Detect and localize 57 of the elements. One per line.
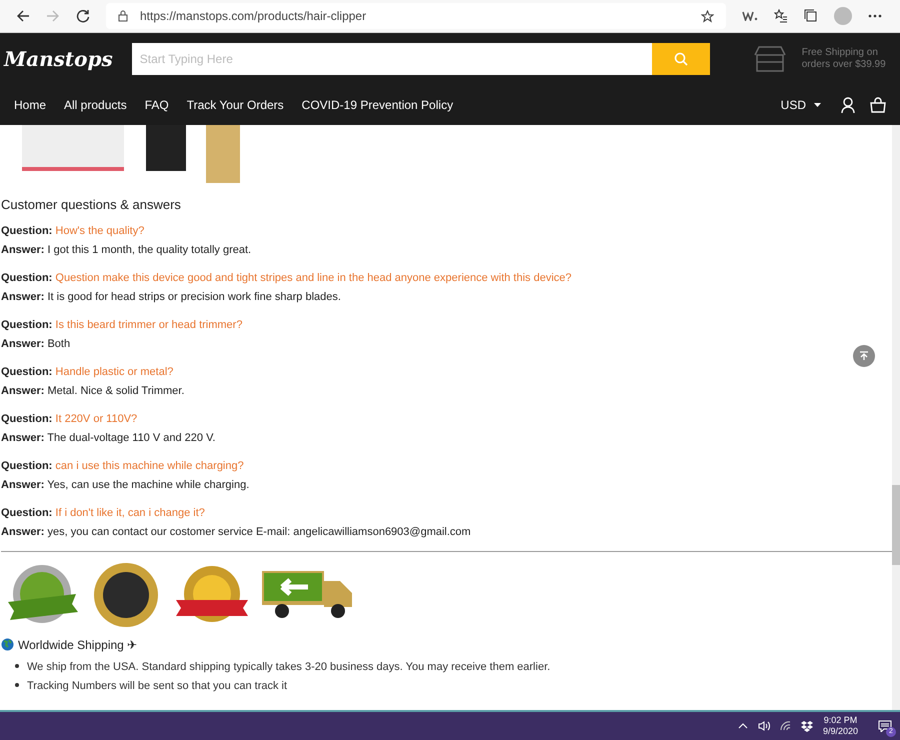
question-line: Question: Handle plastic or metal?	[1, 364, 174, 380]
collections-icon[interactable]	[804, 9, 818, 23]
favorites-icon[interactable]	[774, 9, 788, 23]
shopping-bag-icon[interactable]	[870, 97, 886, 113]
bullet-icon	[15, 683, 19, 687]
nav-link[interactable]: Home	[14, 96, 46, 114]
clock-time: 9:02 PM	[824, 715, 858, 726]
answer-line: Answer: Yes, can use the machine while charging.	[1, 478, 250, 493]
lock-icon	[118, 10, 128, 22]
answer-line: Answer: yes, you can contact our costomer service E-mail: angelicawilliamson6903@gmail.com	[1, 525, 471, 540]
url-text: https://manstops.com/products/hair-clipper	[140, 8, 368, 25]
more-icon[interactable]	[868, 14, 882, 18]
nav-link[interactable]: Track Your Orders	[186, 96, 284, 114]
question-line: Question: If i don't like it, can i change it?	[1, 506, 205, 520]
answer-line: Answer: Both	[1, 337, 70, 352]
account-icon[interactable]	[841, 97, 855, 113]
scrollbar[interactable]	[892, 125, 900, 710]
back-to-top-button[interactable]	[853, 345, 875, 367]
section-heading: Customer questions & answers	[1, 196, 182, 214]
globe-icon	[1, 638, 14, 651]
chevron-up-icon[interactable]	[738, 723, 748, 729]
question-line: Question: How's the quality?	[1, 224, 144, 238]
caret-icon	[814, 103, 821, 107]
shop-icon	[754, 45, 786, 73]
free-shipping-note: Free Shipping on orders over $39.99	[802, 47, 886, 71]
question-line: Question: can i use this machine while charging?	[1, 458, 244, 474]
site-logo[interactable]: Manstops	[4, 45, 116, 73]
shipping-heading: Worldwide Shipping ✈	[18, 636, 138, 654]
answer-line: Answer: I got this 1 month, the quality totally great.	[1, 243, 252, 258]
ssl-badge-drawing	[6, 564, 78, 626]
answer-line: Answer: It is good for head strips or precision work fine sharp blades.	[1, 290, 341, 305]
currency-selector[interactable]: USD	[780, 96, 821, 114]
search-field[interactable]: Start Typing Here	[132, 43, 652, 75]
notification-icon[interactable]	[878, 720, 892, 732]
answer-line: Answer: Metal. Nice & solid Trimmer.	[1, 384, 184, 399]
product-photo	[206, 125, 240, 183]
wifi-icon[interactable]	[780, 721, 791, 731]
speaker-icon[interactable]	[758, 721, 770, 731]
question-line: Question: Is this beard trimmer or head trimmer?	[1, 318, 242, 332]
bullet-icon	[15, 664, 19, 668]
refresh-icon[interactable]	[76, 9, 90, 23]
nav-link[interactable]: COVID-19 Prevention Policy	[302, 96, 454, 114]
back-icon[interactable]	[16, 9, 30, 23]
shipping-info: We ship from the USA. Standard shipping typically takes 3-20 business days. You may receive them earlier.	[27, 660, 550, 674]
question-line: Question: It 220V or 110V?	[1, 412, 138, 426]
arrow-up-icon	[859, 351, 869, 361]
star-icon[interactable]	[701, 10, 714, 22]
shipping-info: Tracking Numbers will be sent so that you can track it	[27, 679, 288, 694]
nav-link[interactable]: FAQ	[144, 96, 169, 114]
extension-icon[interactable]	[742, 11, 758, 21]
nav-link[interactable]: All products	[64, 96, 127, 114]
question-line: Question: Question make this device good and tight stripes and line in the head anyone experience with this device?	[1, 270, 572, 286]
dropbox-icon[interactable]	[800, 720, 813, 732]
search-icon	[674, 52, 688, 66]
clock-date: 9/9/2020	[822, 726, 858, 737]
address-bar[interactable]: https://manstops.com/products/hair-clipper	[106, 3, 726, 29]
answer-line: Answer: The dual-voltage 110 V and 220 V.	[1, 431, 216, 446]
